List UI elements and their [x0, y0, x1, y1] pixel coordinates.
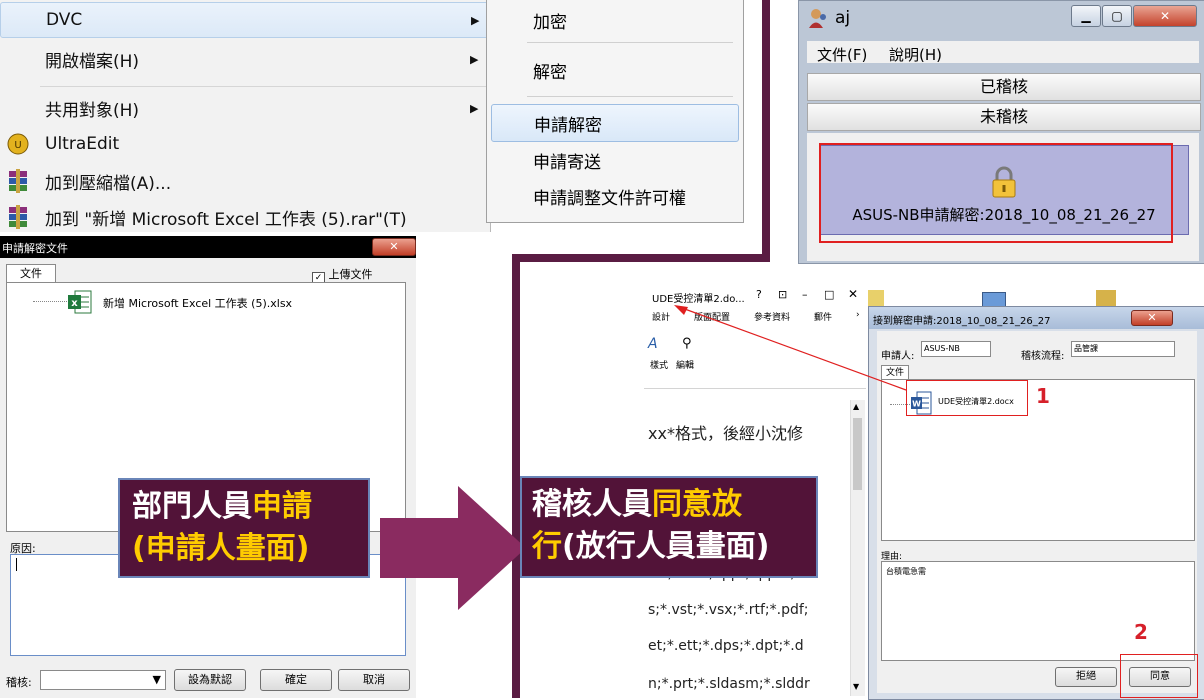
minimize-button[interactable]: ▁: [1071, 5, 1101, 27]
chevron-right-icon: ▶: [470, 101, 479, 115]
menu-separator: [40, 86, 486, 87]
doc-text-line: et;*.ett;*.dps;*.dpt;*.d: [648, 638, 804, 654]
winrar-icon: [9, 169, 27, 193]
menu-item-label: 開啟檔案(H): [45, 51, 140, 72]
menu-file[interactable]: 文件(F): [817, 44, 867, 65]
menu-item-label: UltraEdit: [45, 134, 120, 154]
submenu-label: 申請解密: [534, 115, 602, 136]
menu-item-add-archive[interactable]: 加到壓縮檔(A)...: [0, 164, 488, 198]
close-button[interactable]: ✕: [1131, 310, 1173, 326]
menu-item-label: 共用對象(H): [45, 100, 140, 121]
svg-text:U: U: [14, 140, 21, 151]
not-audited-button[interactable]: 未稽核: [807, 103, 1201, 131]
title-bar: 接到解密申請:2018_10_08_21_26_27 ✕: [869, 307, 1204, 329]
callout-text: 稽核人員: [532, 487, 652, 522]
chevron-right-icon: ▶: [470, 52, 479, 66]
applicant-callout: 部門人員申請 (申請人畫面): [118, 478, 370, 578]
submenu-label: 申請寄送: [533, 152, 601, 173]
submenu-item-encrypt[interactable]: 加密: [491, 2, 737, 38]
svg-text:x: x: [71, 298, 78, 309]
scrollbar-thumb[interactable]: [853, 418, 862, 490]
submenu-label: 申請調整文件許可權: [533, 188, 686, 209]
frame-line: [762, 0, 770, 262]
menu-separator: [527, 42, 733, 43]
menu-separator: [527, 96, 733, 97]
checkbox-label: 上傳文件: [328, 268, 373, 281]
menu-item-open-file[interactable]: 開啟檔案(H) ▶: [0, 42, 488, 76]
ok-button[interactable]: 確定: [260, 669, 332, 691]
dialog-title: 申請解密文件: [2, 242, 68, 255]
chevron-right-icon: ▶: [471, 13, 480, 27]
menu-item-share[interactable]: 共用對象(H) ▶: [0, 91, 488, 125]
step-number: 1: [1036, 384, 1050, 408]
close-button[interactable]: ✕: [1133, 5, 1197, 27]
callout-highlight: (申請人畫面): [132, 531, 310, 566]
window-title: aj: [835, 8, 851, 28]
cancel-button[interactable]: 取消: [338, 669, 410, 691]
menu-item-label: 加到 "新增 Microsoft Excel 工作表 (5).rar"(T): [45, 209, 407, 230]
ultraedit-icon: U: [7, 133, 29, 155]
menu-item-label: DVC: [46, 10, 83, 30]
title-bar: aj ▁ ▢ ✕: [799, 1, 1204, 37]
tab-files[interactable]: 文件: [6, 264, 56, 283]
agree-highlight-box: [1120, 654, 1198, 698]
apply-decrypt-dialog: 申請解密文件 ✕ 文件 ✓ 上傳文件 x 新增 Microsoft Excel …: [0, 236, 416, 698]
doc-text-line: xx*格式，後經小沈修: [648, 424, 803, 443]
auditor-select[interactable]: ▼: [40, 670, 166, 690]
auditor-label: 稽核:: [6, 676, 32, 689]
winrar-icon: [9, 205, 27, 229]
aj-window: aj ▁ ▢ ✕ 文件(F) 說明(H) 已稽核 未稽核 ASUS-NB申請解密…: [798, 0, 1204, 264]
applicant-field[interactable]: ASUS-NB: [921, 341, 991, 357]
submenu-label: 解密: [533, 62, 567, 83]
menu-bar: 文件(F) 說明(H): [807, 41, 1199, 65]
callout-highlight: 行: [532, 529, 562, 564]
set-default-button[interactable]: 設為默認: [174, 669, 246, 691]
file-item[interactable]: 新增 Microsoft Excel 工作表 (5).xlsx: [103, 295, 292, 311]
step-number: 2: [1134, 620, 1148, 644]
chevron-down-icon[interactable]: ▼: [853, 682, 859, 691]
reject-button[interactable]: 拒絕: [1055, 667, 1117, 687]
reason-text: 台積電急需: [886, 567, 926, 576]
chevron-up-icon[interactable]: ▲: [853, 402, 859, 411]
callout-text: (放行人員畫面): [562, 529, 770, 564]
menu-item-ultraedit[interactable]: U UltraEdit: [0, 127, 488, 161]
menu-item-dvc[interactable]: DVC ▶: [0, 2, 490, 38]
audited-button[interactable]: 已稽核: [807, 73, 1201, 101]
submenu-item-decrypt[interactable]: 解密: [491, 52, 737, 88]
styles-icon[interactable]: A: [648, 336, 658, 352]
doc-text-line: n;*.prt;*.sldasm;*.slddr: [648, 676, 810, 692]
callout-highlight: 申請: [252, 489, 312, 524]
user-icon: [809, 9, 826, 28]
chevron-down-icon: ▼: [152, 673, 161, 686]
text-cursor: [16, 558, 17, 571]
frame-line: [512, 254, 770, 262]
menu-item-add-rar[interactable]: 加到 "新增 Microsoft Excel 工作表 (5).rar"(T): [0, 200, 488, 234]
menu-help[interactable]: 說明(H): [889, 44, 942, 65]
menu-item-label: 加到壓縮檔(A)...: [45, 173, 172, 194]
title-bar: 申請解密文件 ✕: [0, 236, 416, 258]
highlight-box: [819, 143, 1173, 243]
arrow-right-icon: [380, 486, 526, 610]
submenu-item-apply-decrypt[interactable]: 申請解密: [491, 104, 739, 142]
context-menu: DVC ▶ 開啟檔案(H) ▶ 共用對象(H) ▶ U UltraEdit 加到…: [0, 0, 491, 232]
close-button[interactable]: ✕: [372, 238, 416, 256]
frame-line: [512, 254, 520, 698]
auditor-callout: 稽核人員同意放 行(放行人員畫面): [520, 476, 818, 578]
approve-decrypt-dialog: 接到解密申請:2018_10_08_21_26_27 ✕ 申請人: ASUS-N…: [868, 306, 1204, 700]
callout-text: 部門人員: [132, 489, 252, 524]
doc-text-line: s;*.vst;*.vsx;*.rtf;*.pdf;: [648, 602, 809, 618]
reason-field[interactable]: 台積電急需: [881, 561, 1195, 661]
pointer-arrow-icon: [674, 305, 907, 391]
excel-file-icon: x: [68, 290, 92, 314]
submenu-item-apply-send[interactable]: 申請寄送: [491, 142, 737, 178]
submenu-item-adjust-permission[interactable]: 申請調整文件許可權: [491, 178, 737, 214]
maximize-button[interactable]: ▢: [1102, 5, 1132, 27]
submenu-label: 加密: [533, 12, 567, 33]
file-highlight-box: [906, 380, 1028, 416]
flow-label: 稽核流程:: [1021, 351, 1065, 362]
flow-field[interactable]: 品管課: [1071, 341, 1175, 357]
vertical-scrollbar[interactable]: ▲ ▼: [850, 400, 865, 696]
dvc-submenu: 加密 解密 申請解密 申請寄送 申請調整文件許可權: [486, 0, 744, 223]
callout-highlight: 同意放: [652, 487, 742, 522]
